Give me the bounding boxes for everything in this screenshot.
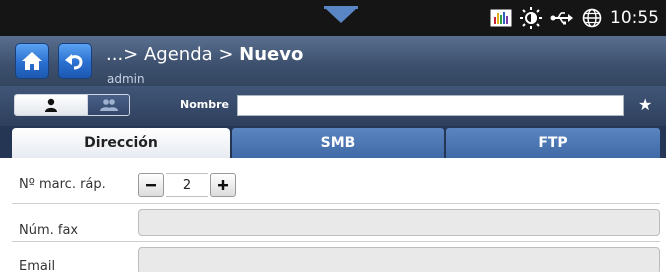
globe-icon: [582, 0, 602, 36]
plus-icon: [218, 180, 228, 190]
tab-bar: Dirección SMB FTP: [0, 126, 666, 158]
fax-label: Núm. fax: [19, 223, 79, 238]
individual-toggle-button[interactable]: [15, 95, 87, 115]
star-icon[interactable]: ★: [638, 95, 652, 115]
speed-dial-label: Nº marc. ráp.: [19, 177, 106, 192]
group-icon: [99, 99, 118, 111]
tab-smb[interactable]: SMB: [232, 128, 444, 158]
divider: [12, 203, 660, 204]
page-title: Nuevo: [239, 44, 304, 65]
decrement-button[interactable]: [138, 173, 164, 197]
email-field[interactable]: [138, 247, 660, 272]
fax-field[interactable]: [138, 209, 660, 236]
back-button[interactable]: [58, 43, 92, 79]
chart-icon: [490, 0, 512, 36]
breadcrumb: ...> Agenda > Nuevo: [106, 44, 303, 65]
tab-ftp[interactable]: FTP: [446, 128, 660, 158]
tab-direccion[interactable]: Dirección: [12, 128, 230, 158]
person-icon: [45, 98, 57, 112]
pull-down-arrow-icon[interactable]: [320, 5, 362, 29]
status-bar: 10:55: [0, 0, 666, 36]
nombre-input[interactable]: [237, 95, 624, 116]
home-button[interactable]: [15, 43, 49, 79]
divider: [12, 241, 660, 242]
speed-dial-value[interactable]: 2: [166, 173, 208, 197]
breadcrumb-path: ...> Agenda >: [106, 44, 240, 65]
title-bar: ...> Agenda > Nuevo admin: [0, 36, 666, 86]
address-form: Nº marc. ráp. 2 Núm. fax Email: [0, 158, 666, 272]
logged-user: admin: [107, 72, 145, 86]
email-label: Email: [19, 259, 56, 272]
nombre-label: Nombre: [180, 98, 229, 111]
toolbar-strip: Nombre ★: [0, 86, 666, 126]
back-icon: [65, 54, 83, 70]
usb-icon: [550, 0, 574, 36]
speed-dial-stepper: 2: [138, 173, 236, 197]
contact-type-toggle: [14, 94, 130, 116]
sun-icon: [520, 0, 542, 36]
home-icon: [22, 52, 42, 70]
group-toggle-button[interactable]: [87, 95, 129, 115]
clock: 10:55: [610, 8, 659, 28]
minus-icon: [146, 184, 156, 187]
increment-button[interactable]: [210, 173, 236, 197]
